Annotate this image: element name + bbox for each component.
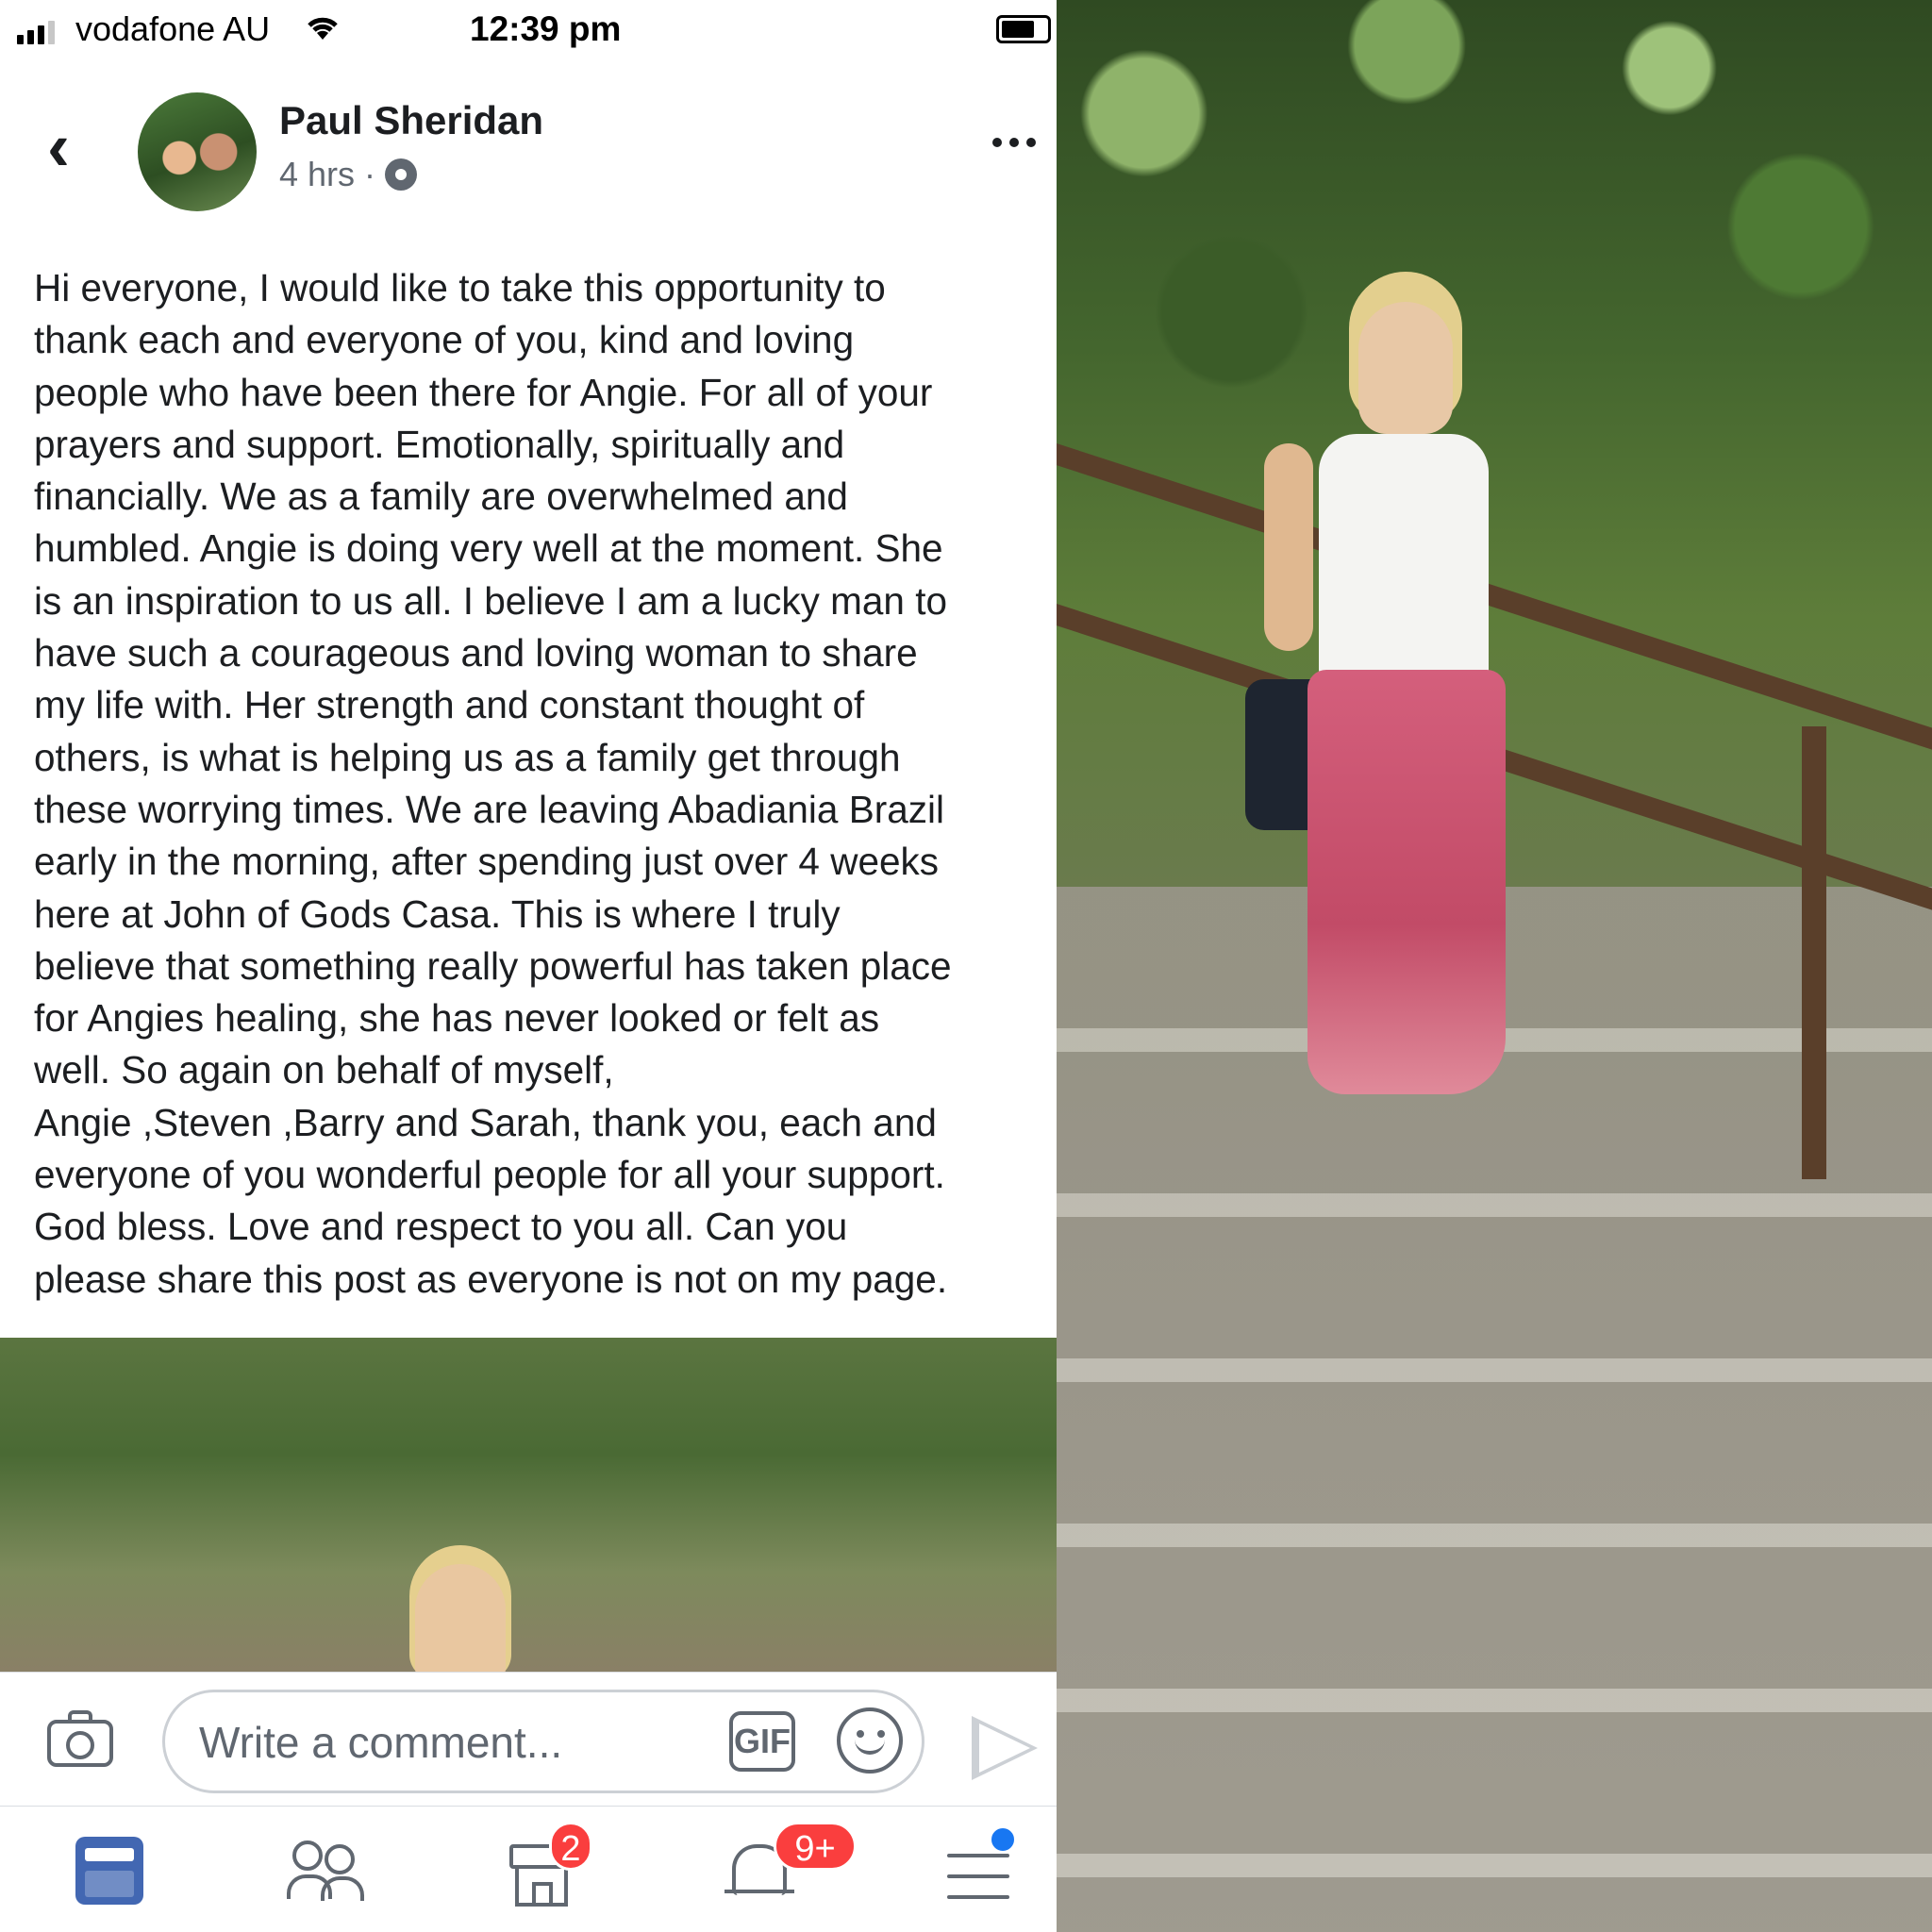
photo-railing-post <box>1802 726 1826 1179</box>
avatar[interactable] <box>138 92 257 211</box>
send-icon[interactable] <box>972 1716 1038 1780</box>
phone-screen: vodafone AU 12:39 pm ‹ Paul Sheridan 4 h… <box>0 0 1057 1932</box>
tab-news-feed[interactable] <box>74 1835 149 1910</box>
emoji-icon[interactable] <box>837 1707 903 1774</box>
status-time: 12:39 pm <box>470 9 622 48</box>
tab-marketplace[interactable]: 2 <box>506 1822 592 1910</box>
post-text: Hi everyone, I would like to take this o… <box>34 266 952 1301</box>
post-author-name[interactable]: Paul Sheridan <box>279 98 543 143</box>
status-bar: vodafone AU 12:39 pm <box>0 0 1057 62</box>
photo-arm <box>1264 443 1313 651</box>
photo-skirt <box>1307 670 1506 1094</box>
post-time[interactable]: 4 hrs <box>279 155 355 194</box>
photo-person <box>415 1564 506 1672</box>
post-photo[interactable] <box>0 1338 1057 1672</box>
battery-icon <box>996 15 1051 43</box>
tab-bar: 2 9+ <box>0 1806 1057 1932</box>
back-chevron-icon[interactable]: ‹ <box>47 113 89 181</box>
camera-icon[interactable] <box>47 1710 113 1767</box>
comment-input[interactable] <box>199 1717 690 1768</box>
wifi-icon <box>304 13 341 50</box>
gear-icon <box>385 158 418 191</box>
signal-icon <box>17 21 55 44</box>
carrier-name: vodafone AU <box>75 9 271 48</box>
photo-top <box>1319 434 1489 679</box>
tab-notifications[interactable]: 9+ <box>724 1822 857 1910</box>
tab-menu[interactable] <box>943 1825 1019 1910</box>
photo-head <box>1358 302 1453 434</box>
news-feed-icon <box>75 1837 143 1905</box>
marketplace-badge: 2 <box>549 1822 592 1871</box>
meta-separator: · <box>364 155 376 193</box>
stairway-photo <box>1057 0 1932 1932</box>
photo-foliage <box>1057 0 1932 566</box>
more-options-icon[interactable] <box>992 138 1036 147</box>
tab-friends[interactable] <box>287 1835 364 1910</box>
comment-bar: GIF <box>0 1672 1057 1807</box>
comment-box[interactable]: GIF <box>162 1690 924 1793</box>
menu-notification-dot <box>989 1825 1017 1854</box>
post-meta: 4 hrs · <box>279 155 418 194</box>
gif-icon[interactable]: GIF <box>729 1711 795 1772</box>
notifications-badge: 9+ <box>774 1822 857 1871</box>
